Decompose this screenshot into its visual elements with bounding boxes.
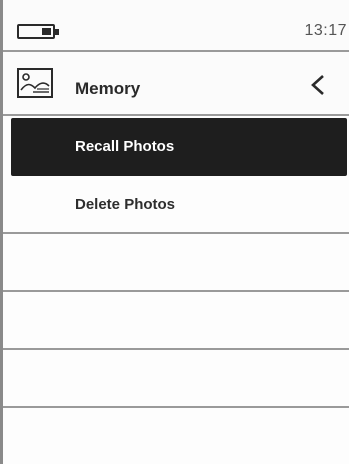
menu-item-empty — [3, 350, 349, 408]
battery-icon — [17, 24, 59, 39]
menu-item-recall-photos[interactable]: Recall Photos — [11, 118, 347, 176]
menu-item-label: Delete Photos — [75, 196, 176, 213]
page-title: Memory — [75, 79, 141, 98]
menu-item-empty — [3, 234, 349, 292]
image-icon — [17, 68, 53, 98]
menu-item-label: Recall Photos — [75, 138, 175, 155]
menu-item-delete-photos[interactable]: Delete Photos — [3, 176, 349, 234]
menu-item-empty — [3, 292, 349, 350]
menu-item-empty — [3, 408, 349, 464]
device-screen: 13:17 Memory Recall Photos Delete Photos — [0, 0, 349, 464]
menu-list: Recall Photos Delete Photos — [3, 118, 349, 464]
chevron-left-icon — [311, 75, 324, 95]
status-bar: 13:17 — [3, 0, 349, 52]
status-time: 13:17 — [304, 22, 347, 39]
back-button[interactable] — [305, 70, 331, 100]
menu-header: Memory — [3, 52, 349, 116]
